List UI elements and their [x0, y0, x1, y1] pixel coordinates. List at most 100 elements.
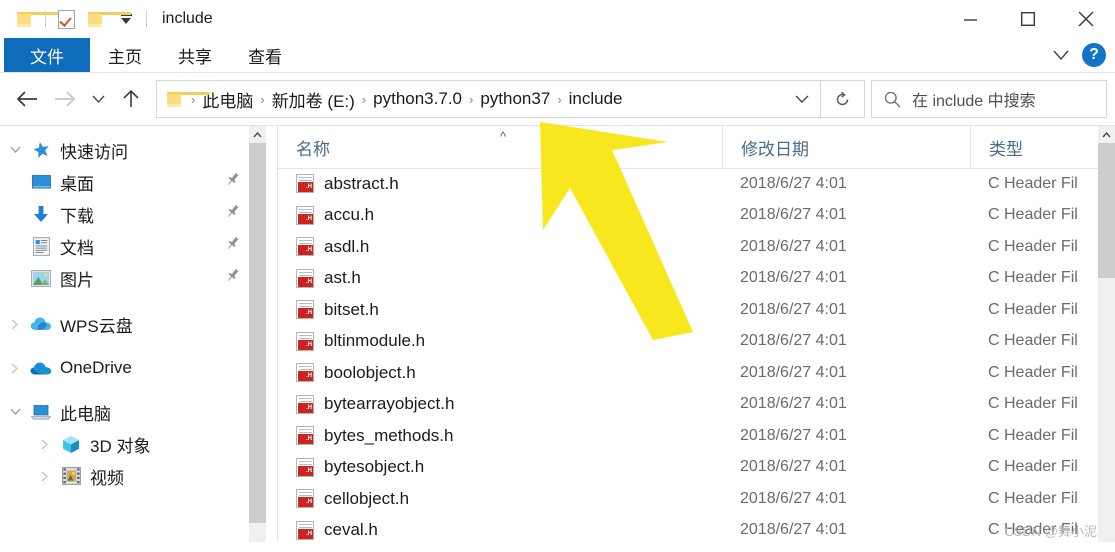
navigation-pane-scrollbar[interactable] [249, 126, 266, 542]
this-pc-icon [30, 404, 52, 421]
sidebar-item-this-pc[interactable]: 此电脑 [0, 396, 262, 428]
file-type: C Header Fil [988, 458, 1078, 476]
minimize-button[interactable] [941, 0, 999, 38]
properties-icon[interactable] [51, 4, 81, 34]
close-button[interactable] [1057, 0, 1115, 38]
c-header-file-icon: .H [296, 394, 314, 414]
window-title: include [162, 10, 213, 27]
column-header-type[interactable]: 类型 [970, 126, 1115, 168]
file-name-cell: .H asdl.h [278, 237, 722, 257]
refresh-button[interactable] [821, 80, 865, 118]
expander-chevron-down-icon[interactable] [0, 146, 30, 154]
expander-chevron-down-icon[interactable] [0, 408, 30, 416]
back-button[interactable] [8, 79, 46, 119]
table-row[interactable]: .H ast.h 2018/6/27 4:01 C Header Fil [278, 263, 1115, 295]
file-name-cell: .H bltinmodule.h [278, 331, 722, 351]
expander-chevron-right-icon[interactable] [0, 319, 30, 330]
forward-button[interactable] [46, 79, 84, 119]
address-bar[interactable]: › 此电脑 › 新加卷 (E:) › python3.7.0 › python3… [156, 80, 821, 118]
file-name: bltinmodule.h [324, 331, 426, 351]
pin-icon[interactable] [226, 236, 240, 256]
toolbar-divider-2 [146, 10, 147, 28]
table-row[interactable]: .H cellobject.h 2018/6/27 4:01 C Header … [278, 483, 1115, 515]
breadcrumb: › 此电脑 › 新加卷 (E:) › python3.7.0 › python3… [188, 85, 790, 114]
table-row[interactable]: .H asdl.h 2018/6/27 4:01 C Header Fil [278, 231, 1115, 263]
breadcrumb-item-python37[interactable]: python37 [476, 87, 554, 111]
sidebar-item-documents[interactable]: 文档 [0, 230, 262, 262]
search-input[interactable]: 在 include 中搜索 [871, 80, 1107, 118]
expander-chevron-right-icon[interactable] [0, 363, 30, 374]
breadcrumb-separator-2: › [361, 91, 367, 107]
file-list-scrollbar[interactable] [1098, 126, 1115, 542]
pin-icon[interactable] [226, 204, 240, 224]
file-name-cell: .H ast.h [278, 268, 722, 288]
file-date: 2018/6/27 4:01 [740, 300, 847, 318]
pin-icon[interactable] [226, 172, 240, 192]
tab-share[interactable]: 共享 [160, 38, 230, 72]
sidebar-label: 下载 [60, 206, 94, 226]
c-header-file-icon: .H [296, 426, 314, 446]
customize-caret-icon[interactable] [111, 4, 141, 34]
tab-home[interactable]: 主页 [90, 38, 160, 72]
expand-ribbon-chevron-down-icon[interactable] [1046, 40, 1076, 70]
file-type: C Header Fil [988, 206, 1078, 224]
sidebar-item-desktop[interactable]: 桌面 [0, 166, 262, 198]
recent-locations-chevron-down-icon[interactable] [84, 79, 112, 119]
table-row[interactable]: .H bltinmodule.h 2018/6/27 4:01 C Header… [278, 326, 1115, 358]
table-row[interactable]: .H bytearrayobject.h 2018/6/27 4:01 C He… [278, 389, 1115, 421]
sidebar-label: 图片 [60, 270, 94, 290]
file-date: 2018/6/27 4:01 [740, 206, 847, 224]
folder-icon[interactable] [10, 4, 60, 34]
maximize-button[interactable] [999, 0, 1057, 38]
navigation-pane-scrollbar-thumb[interactable] [249, 143, 266, 523]
column-header-date[interactable]: 修改日期 [722, 126, 970, 168]
help-button[interactable]: ? [1082, 43, 1106, 67]
navigation-bar: › 此电脑 › 新加卷 (E:) › python3.7.0 › python3… [0, 73, 1115, 125]
new-folder-icon[interactable] [81, 4, 131, 34]
file-list-scrollbar-thumb[interactable] [1098, 143, 1115, 278]
tab-file[interactable]: 文件 [4, 38, 90, 72]
file-explorer-window: include 文件 主页 共享 查看 ? › 此电脑 › 新加卷 (E:) ›… [0, 0, 1115, 552]
column-header-name[interactable]: 名称 ^ [278, 126, 722, 168]
breadcrumb-separator-4: › [557, 91, 562, 107]
breadcrumb-item-python370[interactable]: python3.7.0 [369, 87, 466, 111]
sidebar-item-videos[interactable]: 视频 [0, 460, 262, 492]
c-header-file-icon: .H [296, 237, 314, 257]
breadcrumb-item-include[interactable]: include [565, 87, 627, 111]
breadcrumb-item-this-pc[interactable]: 此电脑 [198, 85, 257, 114]
file-date: 2018/6/27 4:01 [740, 269, 847, 287]
column-header-name-label: 名称 [296, 139, 330, 159]
sidebar-item-3d-objects[interactable]: 3D 对象 [0, 428, 262, 460]
sidebar-item-downloads[interactable]: 下载 [0, 198, 262, 230]
sidebar-item-quick-access[interactable]: 快速访问 [0, 134, 262, 166]
address-dropdown-chevron-down-icon[interactable] [790, 95, 814, 104]
tab-view[interactable]: 查看 [230, 38, 300, 72]
sidebar-item-onedrive[interactable]: OneDrive [0, 352, 262, 384]
scroll-up-arrow-icon[interactable] [1098, 126, 1115, 143]
c-header-file-icon: .H [296, 520, 314, 540]
table-row[interactable]: .H boolobject.h 2018/6/27 4:01 C Header … [278, 357, 1115, 389]
up-button[interactable] [112, 79, 150, 119]
3d-objects-icon [60, 435, 82, 454]
sidebar-item-wps-cloud[interactable]: WPS云盘 [0, 308, 262, 340]
breadcrumb-item-volume-e[interactable]: 新加卷 (E:) [268, 85, 359, 114]
tree-gap-2 [0, 340, 262, 352]
table-row[interactable]: .H bitset.h 2018/6/27 4:01 C Header Fil [278, 294, 1115, 326]
table-row[interactable]: .H bytes_methods.h 2018/6/27 4:01 C Head… [278, 420, 1115, 452]
sidebar-item-pictures[interactable]: 图片 [0, 262, 262, 294]
table-row[interactable]: .H abstract.h 2018/6/27 4:01 C Header Fi… [278, 168, 1115, 200]
table-row[interactable]: .H accu.h 2018/6/27 4:01 C Header Fil [278, 200, 1115, 232]
desktop-icon [30, 174, 52, 191]
pin-icon[interactable] [226, 268, 240, 288]
tree-gap-1 [0, 294, 262, 308]
expander-chevron-right-icon[interactable] [30, 439, 60, 450]
navigation-tree: 快速访问 桌面 下载 文档 图片 WPS云盘 OneDrive 此电脑 3D 对… [0, 126, 262, 492]
expander-chevron-right-icon[interactable] [30, 471, 60, 482]
file-type: C Header Fil [988, 521, 1078, 539]
c-header-file-icon: .H [296, 205, 314, 225]
table-row[interactable]: .H bytesobject.h 2018/6/27 4:01 C Header… [278, 452, 1115, 484]
file-name: bytesobject.h [324, 457, 425, 477]
c-header-file-icon: .H [296, 268, 314, 288]
table-row[interactable]: .H ceval.h 2018/6/27 4:01 C Header Fil [278, 515, 1115, 543]
scroll-up-arrow-icon[interactable] [249, 126, 266, 143]
